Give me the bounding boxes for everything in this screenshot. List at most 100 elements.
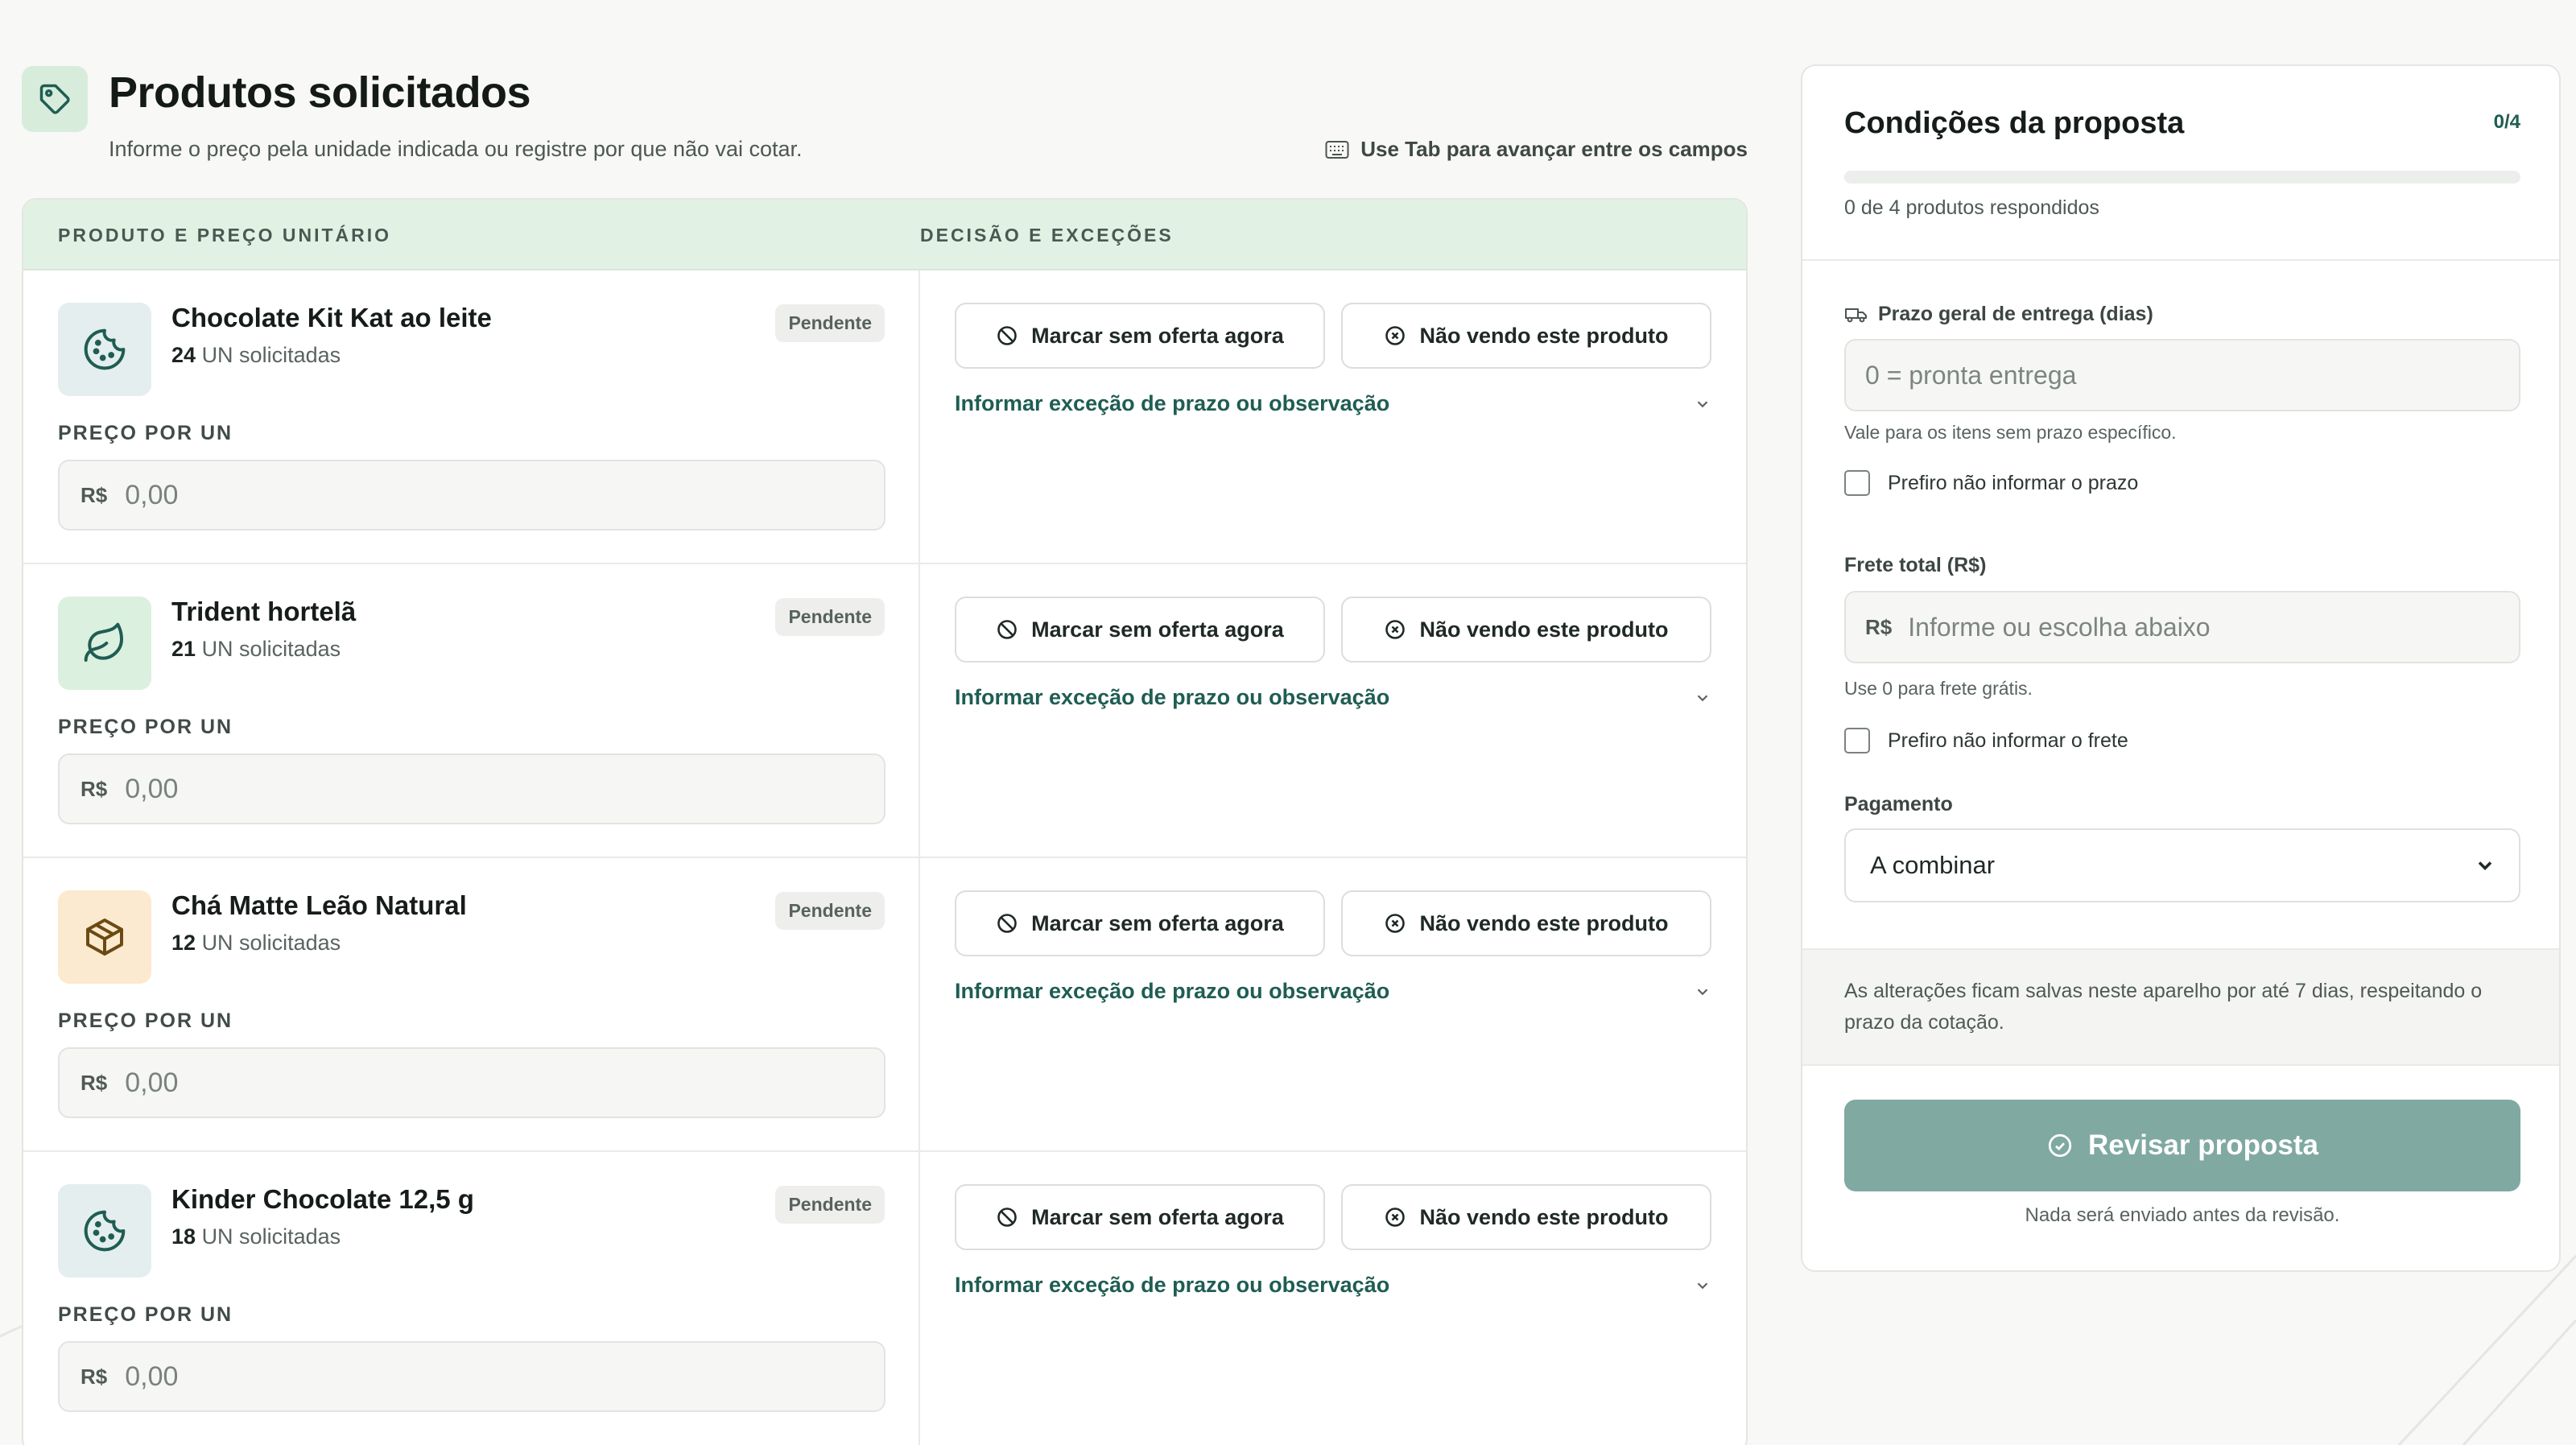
no-offer-button[interactable]: Marcar sem oferta agora [955,890,1325,956]
cookie-icon [58,303,151,396]
product-quantity: 24 UN solicitadas [171,343,341,367]
progress-bar [1844,171,2520,184]
not-sold-button[interactable]: Não vendo este produto [1341,303,1711,369]
ban-icon [997,1208,1017,1227]
chevron-down-icon [1697,400,1708,407]
x-circle-icon [1385,326,1406,345]
price-label: PREÇO POR UN [58,1009,233,1032]
not-sold-button[interactable]: Não vendo este produto [1341,597,1711,663]
product-quantity: 12 UN solicitadas [171,931,341,955]
checkbox[interactable] [1844,728,1870,753]
leaf-icon [58,597,151,690]
price-label: PREÇO POR UN [58,1303,233,1326]
package-icon [58,890,151,984]
freight-field[interactable]: R$ [1844,591,2520,663]
divider [1802,259,2559,261]
price-field[interactable]: R$ [58,460,886,531]
status-badge: Pendente [775,892,885,930]
freight-help: Use 0 para frete grátis. [1844,678,2033,699]
chevron-down-icon [1697,694,1708,701]
table-header: PRODUTO E PREÇO UNITÁRIO DECISÃO E EXCEÇ… [23,200,1746,270]
checkbox[interactable] [1844,470,1870,496]
price-input[interactable] [125,773,850,805]
delivery-days-input[interactable] [1865,360,2477,390]
delivery-label: Prazo geral de entrega (dias) [1844,303,2153,326]
table-row: Chá Matte Leão Natural 12 UN solicitadas… [23,858,1746,1152]
price-field[interactable]: R$ [58,1341,886,1412]
product-cell: Chocolate Kit Kat ao leite 24 UN solicit… [23,270,920,563]
autosave-note: As alterações ficam salvas neste aparelh… [1802,948,2559,1066]
ban-icon [997,620,1017,639]
delivery-field[interactable] [1844,339,2520,411]
no-offer-button[interactable]: Marcar sem oferta agora [955,1184,1325,1250]
freight-optout-checkbox[interactable]: Prefiro não informar o frete [1844,728,2128,753]
x-circle-icon [1385,620,1406,639]
x-circle-icon [1385,1208,1406,1227]
freight-label: Frete total (R$) [1844,554,1987,576]
product-name: Chocolate Kit Kat ao leite [171,303,492,332]
products-table: PRODUTO E PREÇO UNITÁRIO DECISÃO E EXCEÇ… [22,198,1748,1445]
price-label: PREÇO POR UN [58,422,233,444]
page-subtitle: Informe o preço pela unidade indicada ou… [109,137,803,161]
status-badge: Pendente [775,598,885,636]
check-circle-icon [2048,1133,2072,1158]
page-title: Produtos solicitados [109,68,531,117]
decision-cell: Marcar sem oferta agora Não vendo este p… [920,270,1746,563]
exception-toggle[interactable]: Informar exceção de prazo ou observação [955,685,1711,710]
status-badge: Pendente [775,1186,885,1224]
status-badge: Pendente [775,304,885,342]
decision-cell: Marcar sem oferta agora Não vendo este p… [920,1152,1746,1445]
cookie-icon [58,1184,151,1278]
table-row: Chocolate Kit Kat ao leite 24 UN solicit… [23,270,1746,564]
currency-prefix: R$ [80,1070,108,1095]
no-offer-button[interactable]: Marcar sem oferta agora [955,597,1325,663]
price-label: PREÇO POR UN [58,716,233,738]
currency-prefix: R$ [80,776,108,801]
delivery-help: Vale para os itens sem prazo específico. [1844,422,2177,443]
x-circle-icon [1385,914,1406,933]
not-sold-button[interactable]: Não vendo este produto [1341,890,1711,956]
price-field[interactable]: R$ [58,1047,886,1118]
product-cell: Trident hortelã 21 UN solicitadas Penden… [23,564,920,857]
exception-toggle[interactable]: Informar exceção de prazo ou observação [955,979,1711,1004]
product-quantity: 21 UN solicitadas [171,637,341,661]
payment-select[interactable]: A combinar [1844,828,2520,902]
decision-cell: Marcar sem oferta agora Não vendo este p… [920,564,1746,857]
keyboard-hint-text: Use Tab para avançar entre os campos [1360,137,1748,161]
delivery-optout-checkbox[interactable]: Prefiro não informar o prazo [1844,470,2138,496]
payment-value: A combinar [1870,851,1996,879]
product-name: Kinder Chocolate 12,5 g [171,1184,474,1214]
truck-icon [1845,308,1867,322]
column-header-decision: DECISÃO E EXCEÇÕES [920,225,1174,246]
no-offer-button[interactable]: Marcar sem oferta agora [955,303,1325,369]
not-sold-button[interactable]: Não vendo este produto [1341,1184,1711,1250]
ban-icon [997,914,1017,933]
freight-input[interactable] [1908,612,2519,642]
exception-toggle[interactable]: Informar exceção de prazo ou observação [955,391,1711,416]
proposal-conditions-panel: Condições da proposta 0/4 0 de 4 produto… [1801,64,2561,1272]
price-input[interactable] [125,1360,850,1393]
price-input[interactable] [125,1067,850,1099]
ban-icon [997,326,1017,345]
product-name: Trident hortelã [171,597,357,626]
product-quantity: 18 UN solicitadas [171,1224,341,1249]
table-row: Kinder Chocolate 12,5 g 18 UN solicitada… [23,1152,1746,1445]
price-field[interactable]: R$ [58,753,886,824]
response-counter: 0/4 [2493,111,2520,133]
exception-toggle[interactable]: Informar exceção de prazo ou observação [955,1273,1711,1298]
review-proposal-button[interactable]: Revisar proposta [1844,1100,2520,1191]
review-footnote: Nada será enviado antes da revisão. [2025,1204,2340,1226]
currency-prefix: R$ [80,482,108,507]
column-header-product: PRODUTO E PREÇO UNITÁRIO [58,225,392,246]
chevron-down-icon [1697,988,1708,995]
price-input[interactable] [125,479,850,511]
chevron-down-icon [2478,861,2492,870]
keyboard-hint: Use Tab para avançar entre os campos [1325,137,1748,162]
tag-icon [22,66,88,132]
currency-prefix: R$ [1865,614,1893,639]
chevron-down-icon [1697,1282,1708,1289]
payment-label: Pagamento [1844,793,1953,815]
progress-text: 0 de 4 produtos respondidos [1844,196,2099,219]
page-header: Produtos solicitados Informe o preço pel… [22,64,1748,167]
product-name: Chá Matte Leão Natural [171,890,467,920]
